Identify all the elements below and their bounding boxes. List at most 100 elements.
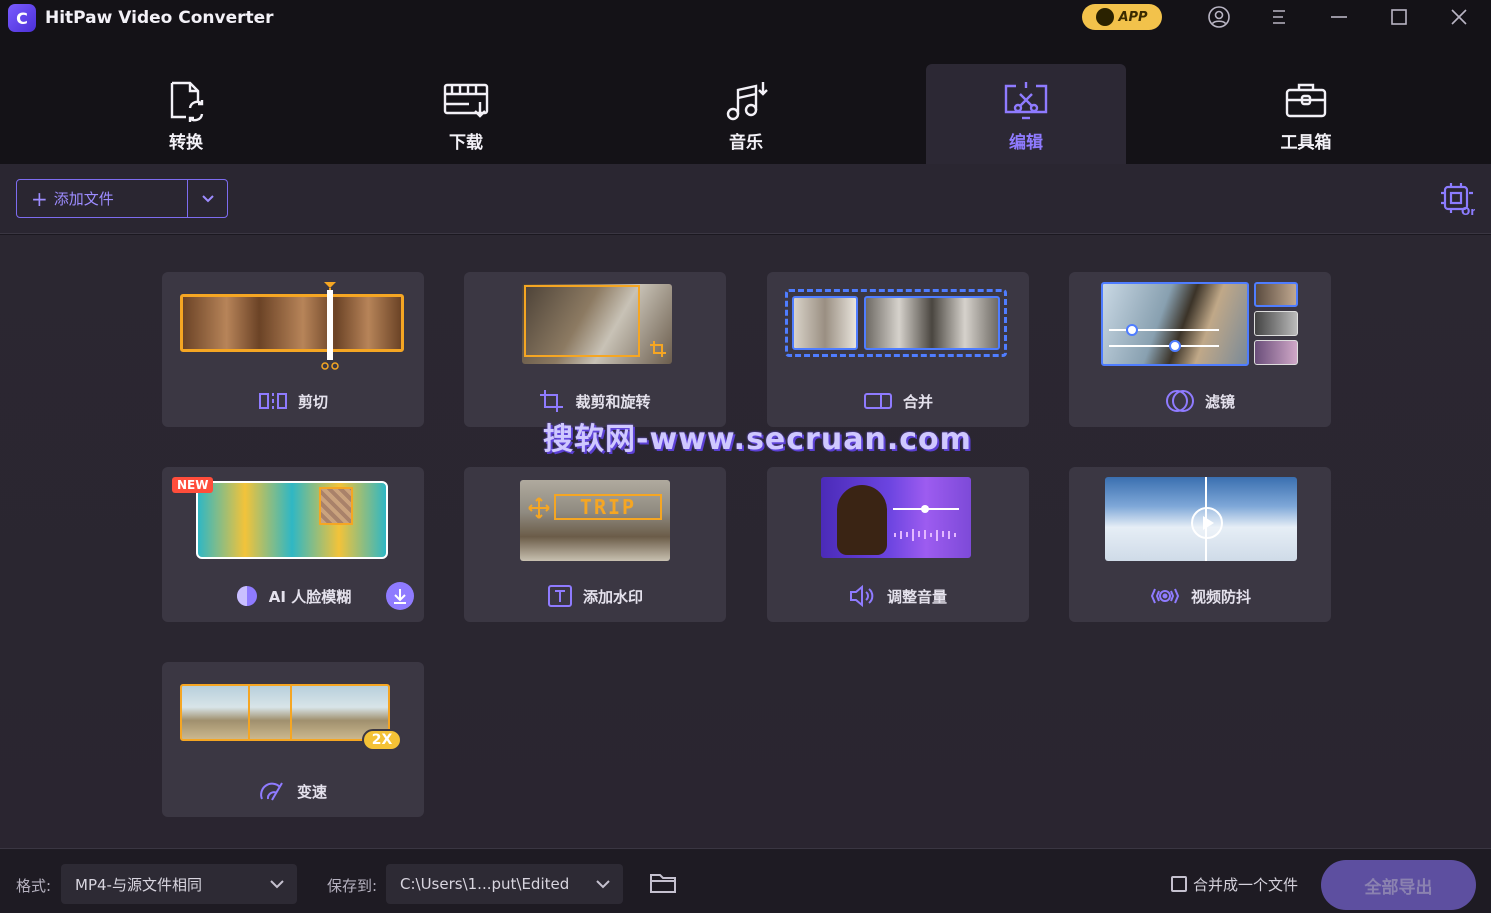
- speed-thumbnail: [180, 684, 390, 741]
- tab-download[interactable]: 下载: [366, 64, 566, 164]
- merge-into-one-checkbox[interactable]: [1171, 876, 1187, 892]
- save-path-value: C:\Users\1...put\Edited: [400, 875, 570, 893]
- merge-label: 合并: [902, 392, 933, 411]
- stabilize-label-row: 视频防抖: [1069, 584, 1331, 608]
- crop-label: 裁剪和旋转: [575, 392, 651, 411]
- rotate-handle-icon: [650, 341, 666, 357]
- edit-icon: [1004, 82, 1048, 120]
- app-logo: C: [8, 4, 36, 32]
- open-folder-button[interactable]: [649, 871, 677, 899]
- stabilize-card[interactable]: 视频防抖: [1069, 467, 1331, 622]
- filter-card[interactable]: 滤镜: [1069, 272, 1331, 427]
- speed-label-row: 变速: [162, 779, 424, 803]
- download-film-icon: [443, 83, 489, 118]
- minimize-icon: [1331, 16, 1347, 18]
- convert-icon: [170, 81, 204, 122]
- play-circle-icon: [1191, 507, 1223, 539]
- scissors-marker-icon: [321, 282, 339, 370]
- add-file-dropdown-button[interactable]: [188, 180, 227, 217]
- volume-person: [837, 485, 887, 555]
- stabilize-label: 视频防抖: [1190, 587, 1251, 606]
- watermark-label: 添加水印: [582, 587, 643, 606]
- watermark-text-overlay: TRIP: [554, 494, 662, 520]
- format-value: MP4-与源文件相同: [75, 875, 202, 894]
- toolbox-icon: [1285, 83, 1327, 118]
- export-all-button[interactable]: 全部导出: [1321, 860, 1476, 910]
- crop-rotate-card[interactable]: 裁剪和旋转: [464, 272, 726, 427]
- tab-toolbox[interactable]: 工具箱: [1206, 64, 1406, 164]
- merge-into-one-label[interactable]: 合并成一个文件: [1193, 874, 1298, 895]
- title-bar: C HitPaw Video Converter APP: [0, 0, 1491, 36]
- watermark-label-row: 添加水印: [464, 584, 726, 608]
- close-button[interactable]: [1445, 4, 1473, 30]
- nav-spacer: [0, 36, 1491, 64]
- add-file-button[interactable]: + 添加文件: [17, 180, 188, 217]
- volume-label: 调整音量: [886, 587, 947, 606]
- filter-preview-3: [1254, 340, 1298, 365]
- stabilize-icon: [1149, 585, 1181, 607]
- chevron-down-icon: [596, 880, 610, 889]
- tab-convert[interactable]: 转换: [86, 64, 286, 164]
- format-select[interactable]: MP4-与源文件相同: [61, 864, 297, 904]
- merge-label-row: 合并: [767, 389, 1029, 413]
- crop-frame: [524, 285, 640, 357]
- cut-card[interactable]: 剪切: [162, 272, 424, 427]
- cut-icon: [258, 391, 288, 411]
- move-handle-icon: [528, 497, 550, 519]
- merge-thumbnail-2: [864, 296, 1000, 350]
- app-badge-label: APP: [1118, 9, 1148, 25]
- export-all-label: 全部导出: [1364, 877, 1433, 898]
- tab-music[interactable]: 音乐: [646, 64, 846, 164]
- edit-tools-panel: 剪切 裁剪和旋转 合并 滤镜 NEW AI 人脸模糊 TRIP 添加水印 调整音…: [0, 235, 1491, 848]
- maximize-icon: [1391, 9, 1407, 25]
- face-blur-label-row: AI 人脸模糊: [162, 584, 424, 608]
- close-icon: [1451, 9, 1467, 25]
- tab-download-label: 下载: [449, 133, 483, 153]
- face-blur-icon: [235, 584, 259, 608]
- maximize-button[interactable]: [1385, 4, 1413, 30]
- cut-thumbnail: [180, 294, 404, 352]
- volume-label-row: 调整音量: [767, 584, 1029, 608]
- volume-icon: [849, 584, 877, 608]
- crop-label-row: 裁剪和旋转: [464, 389, 726, 413]
- watermark-icon: [547, 584, 573, 608]
- user-icon: [1208, 6, 1230, 28]
- speed-label: 变速: [296, 782, 327, 801]
- tab-edit-label: 编辑: [1009, 133, 1043, 153]
- format-label: 格式:: [16, 877, 52, 895]
- volume-card[interactable]: 调整音量: [767, 467, 1029, 622]
- face-blur-card[interactable]: NEW AI 人脸模糊: [162, 467, 424, 622]
- tab-edit[interactable]: 编辑: [926, 64, 1126, 164]
- blurred-face-frame: [319, 487, 353, 525]
- folder-icon: [650, 874, 676, 893]
- account-button[interactable]: [1205, 4, 1233, 30]
- merge-thumbnail-1: [792, 296, 858, 350]
- face-blur-thumbnail: [196, 481, 388, 559]
- new-badge: NEW: [172, 477, 214, 493]
- speed-frame-divider-2: [290, 686, 292, 739]
- android-icon: [1096, 8, 1115, 26]
- minimize-button[interactable]: [1325, 4, 1353, 30]
- filter-label-row: 滤镜: [1069, 389, 1331, 413]
- svg-text:On: On: [1461, 205, 1475, 217]
- app-title: HitPaw Video Converter: [45, 8, 274, 28]
- filter-sliders: [1109, 324, 1219, 352]
- save-path-select[interactable]: C:\Users\1...put\Edited: [386, 864, 623, 904]
- merge-card[interactable]: 合并: [767, 272, 1029, 427]
- tab-toolbox-label: 工具箱: [1280, 133, 1332, 153]
- save-to-label: 保存到:: [327, 877, 378, 895]
- speed-card[interactable]: 2X 变速: [162, 662, 424, 817]
- toolbar: + 添加文件 On: [0, 164, 1491, 234]
- volume-slider-graphic: [893, 505, 959, 541]
- hardware-acceleration-button[interactable]: On: [1439, 181, 1478, 221]
- filter-preview-1: [1254, 282, 1298, 307]
- watermark-card[interactable]: TRIP 添加水印: [464, 467, 726, 622]
- menu-icon: [1273, 10, 1285, 24]
- cut-label-row: 剪切: [162, 389, 424, 413]
- menu-button[interactable]: [1265, 4, 1293, 30]
- plus-icon: +: [31, 186, 48, 211]
- download-model-button[interactable]: [386, 582, 414, 610]
- app-promo-button[interactable]: APP: [1082, 4, 1162, 30]
- crop-icon: [539, 389, 565, 413]
- chevron-down-icon: [270, 880, 284, 889]
